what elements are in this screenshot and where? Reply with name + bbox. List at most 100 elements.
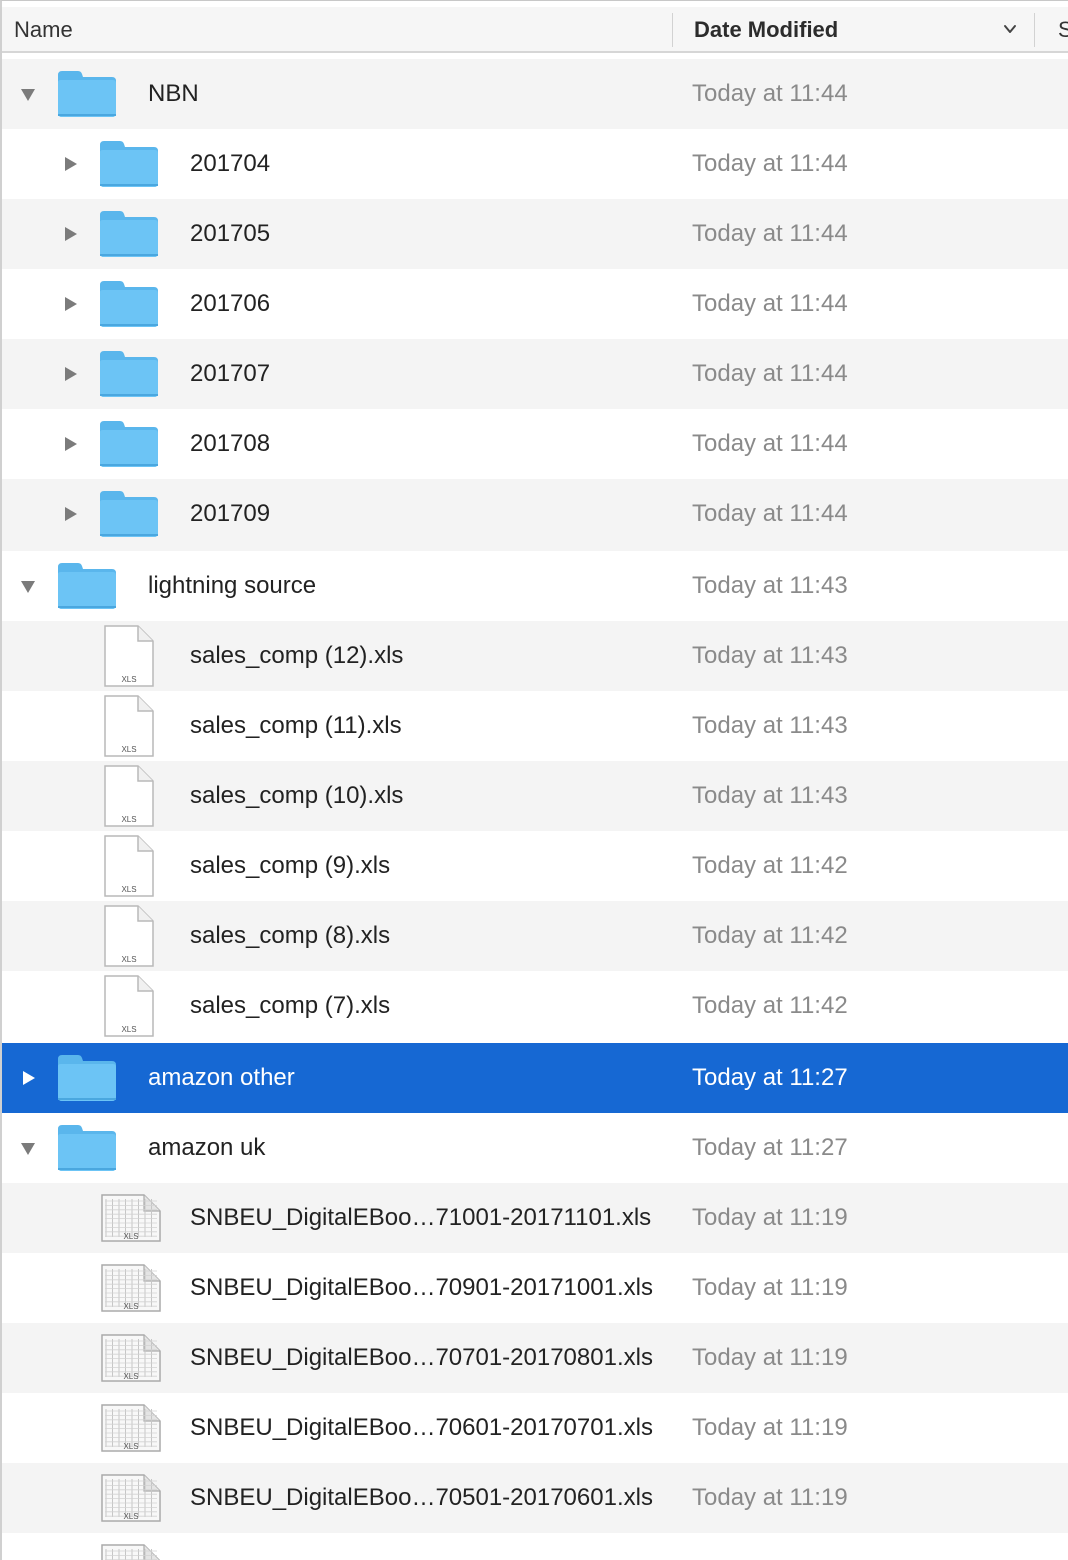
item-name[interactable]: sales_comp (10).xls xyxy=(190,761,403,831)
xls-spreadsheet-icon: XLS xyxy=(101,1474,161,1522)
folder-row[interactable]: 201704 Today at 11:44 xyxy=(2,129,1068,199)
svg-text:XLS: XLS xyxy=(123,1302,138,1311)
folder-row[interactable]: 201709 Today at 11:44 xyxy=(2,479,1068,551)
disclosure-collapsed-icon[interactable] xyxy=(62,296,78,312)
xls-document-icon: XLS xyxy=(104,905,154,967)
disclosure-expanded-icon[interactable] xyxy=(20,86,36,102)
date-modified: Today at 11:42 xyxy=(692,922,848,949)
item-name[interactable]: NBN xyxy=(148,59,199,129)
date-modified: Today at 11:44 xyxy=(692,360,848,387)
item-name[interactable]: SNBEU_DigitalEBoo…70501-20170601.xls xyxy=(190,1463,653,1533)
item-name[interactable]: SNBEU_DigitalEBoo…70601-20170701.xls xyxy=(190,1393,653,1463)
date-modified: Today at 11:27 xyxy=(692,1134,848,1161)
folder-icon xyxy=(100,211,158,257)
file-row[interactable]: XLS sales_comp (8).xls Today at 11:42 xyxy=(2,901,1068,971)
chevron-down-icon[interactable] xyxy=(1002,21,1018,37)
disclosure-collapsed-icon[interactable] xyxy=(62,506,78,522)
file-row[interactable]: XLS sales_comp (10).xls Today at 11:43 xyxy=(2,761,1068,831)
date-modified: Today at 11:44 xyxy=(692,150,848,177)
disclosure-collapsed-icon[interactable] xyxy=(62,226,78,242)
disclosure-collapsed-icon[interactable] xyxy=(62,156,78,172)
date-modified: Today at 11:43 xyxy=(692,572,848,599)
date-modified: Today at 11:43 xyxy=(692,642,848,669)
disclosure-collapsed-icon[interactable] xyxy=(20,1070,36,1086)
file-list: NBN Today at 11:44 201704 Today at 11:44 201… xyxy=(2,59,1068,1560)
folder-row[interactable]: 201705 Today at 11:44 xyxy=(2,199,1068,269)
xls-document-icon: XLS xyxy=(104,975,154,1037)
xls-document-icon: XLS xyxy=(104,625,154,687)
file-row[interactable]: XLS SNBEU_DigitalEBoo…70601-20170701.xls T… xyxy=(2,1393,1068,1463)
item-name[interactable]: SNBEU_DigitalEBoo…70901-20171001.xls xyxy=(190,1253,653,1323)
disclosure-expanded-icon[interactable] xyxy=(20,1140,36,1156)
item-name[interactable]: amazon other xyxy=(148,1043,295,1113)
folder-icon xyxy=(100,421,158,467)
item-name[interactable]: lightning source xyxy=(148,551,316,621)
date-modified: Today at 11:19 xyxy=(692,1204,848,1231)
date-modified: Today at 11:42 xyxy=(692,852,848,879)
file-row[interactable] xyxy=(2,1533,1068,1560)
disclosure-expanded-icon[interactable] xyxy=(20,578,36,594)
date-modified: Today at 11:19 xyxy=(692,1344,848,1371)
svg-text:XLS: XLS xyxy=(123,1372,138,1381)
folder-icon xyxy=(58,1055,116,1101)
date-modified: Today at 11:19 xyxy=(692,1274,848,1301)
item-name[interactable]: sales_comp (12).xls xyxy=(190,621,403,691)
xls-document-icon: XLS xyxy=(104,835,154,897)
item-name[interactable]: sales_comp (9).xls xyxy=(190,831,390,901)
folder-row[interactable]: NBN Today at 11:44 xyxy=(2,59,1068,129)
xls-document-icon: XLS xyxy=(104,695,154,757)
date-modified: Today at 11:19 xyxy=(692,1484,848,1511)
date-modified: Today at 11:44 xyxy=(692,220,848,247)
folder-icon xyxy=(100,281,158,327)
file-row[interactable]: XLS sales_comp (7).xls Today at 11:42 xyxy=(2,971,1068,1043)
item-name[interactable]: 201704 xyxy=(190,129,270,199)
item-name[interactable]: 201706 xyxy=(190,269,270,339)
item-name[interactable]: amazon uk xyxy=(148,1113,265,1183)
svg-text:XLS: XLS xyxy=(121,955,136,964)
folder-icon xyxy=(58,563,116,609)
svg-text:XLS: XLS xyxy=(121,1025,136,1034)
file-row[interactable]: XLS SNBEU_DigitalEBoo…70501-20170601.xls T… xyxy=(2,1463,1068,1533)
xls-spreadsheet-icon: XLS xyxy=(101,1194,161,1242)
disclosure-collapsed-icon[interactable] xyxy=(62,366,78,382)
svg-text:XLS: XLS xyxy=(121,815,136,824)
item-name[interactable]: sales_comp (7).xls xyxy=(190,971,390,1041)
folder-row[interactable]: 201707 Today at 11:44 xyxy=(2,339,1068,409)
xls-spreadsheet-icon: XLS xyxy=(101,1404,161,1452)
date-modified: Today at 11:43 xyxy=(692,782,848,809)
column-separator[interactable] xyxy=(672,13,673,47)
folder-row[interactable]: lightning source Today at 11:43 xyxy=(2,551,1068,621)
item-name[interactable]: SNBEU_DigitalEBoo…71001-20171101.xls xyxy=(190,1183,651,1253)
folder-icon xyxy=(100,351,158,397)
item-name[interactable]: 201708 xyxy=(190,409,270,479)
item-name[interactable]: SNBEU_DigitalEBoo…70701-20170801.xls xyxy=(190,1323,653,1393)
file-row[interactable]: XLS SNBEU_DigitalEBoo…70701-20170801.xls T… xyxy=(2,1323,1068,1393)
folder-row[interactable]: 201708 Today at 11:44 xyxy=(2,409,1068,479)
file-row[interactable]: XLS sales_comp (11).xls Today at 11:43 xyxy=(2,691,1068,761)
date-modified: Today at 11:19 xyxy=(692,1414,848,1441)
finder-list-view: Name Date Modified S NBNToday at 11:4420… xyxy=(0,0,1068,1560)
size-column-header[interactable]: S xyxy=(1058,7,1068,53)
item-name[interactable]: 201709 xyxy=(190,479,270,549)
disclosure-collapsed-icon[interactable] xyxy=(62,436,78,452)
item-name[interactable]: 201705 xyxy=(190,199,270,269)
folder-row[interactable]: amazon uk Today at 11:27 xyxy=(2,1113,1068,1183)
svg-text:XLS: XLS xyxy=(121,675,136,684)
folder-icon xyxy=(100,491,158,537)
file-row[interactable]: XLS sales_comp (12).xls Today at 11:43 xyxy=(2,621,1068,691)
date-modified: Today at 11:44 xyxy=(692,430,848,457)
column-header-bar: Name Date Modified S xyxy=(2,7,1068,53)
item-name[interactable]: 201707 xyxy=(190,339,270,409)
folder-row[interactable]: amazon other Today at 11:27 xyxy=(2,1043,1068,1113)
item-name[interactable]: sales_comp (11).xls xyxy=(190,691,402,761)
date-modified-column-header[interactable]: Date Modified xyxy=(694,7,838,53)
file-row[interactable]: XLS SNBEU_DigitalEBoo…70901-20171001.xls T… xyxy=(2,1253,1068,1323)
name-column-header[interactable]: Name xyxy=(14,7,73,53)
xls-spreadsheet-icon xyxy=(101,1544,161,1560)
date-modified: Today at 11:44 xyxy=(692,500,848,527)
column-separator[interactable] xyxy=(1034,13,1035,47)
file-row[interactable]: XLS sales_comp (9).xls Today at 11:42 xyxy=(2,831,1068,901)
folder-row[interactable]: 201706 Today at 11:44 xyxy=(2,269,1068,339)
file-row[interactable]: XLS SNBEU_DigitalEBoo…71001-20171101.xls T… xyxy=(2,1183,1068,1253)
item-name[interactable]: sales_comp (8).xls xyxy=(190,901,390,971)
